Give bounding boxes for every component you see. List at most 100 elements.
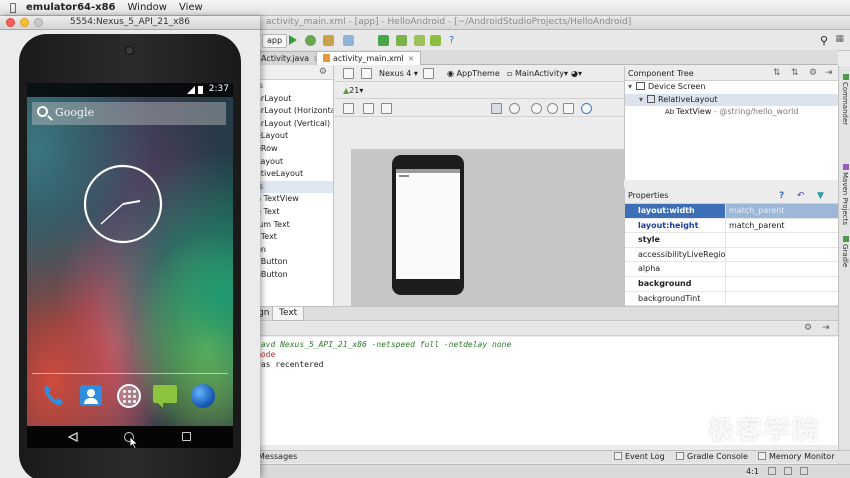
app-name-menu[interactable]: emulator64-x86 <box>26 2 116 13</box>
zoom-out-icon[interactable] <box>509 103 520 114</box>
palette-item[interactable]: arLayout (Horizontal) <box>250 105 333 118</box>
gear-icon[interactable]: ⚙ <box>809 66 817 81</box>
tree-textview[interactable]: Ab TextView - @string/hello_world <box>625 106 838 119</box>
palette-item[interactable]: l Button <box>250 256 333 269</box>
commander-tool-tab[interactable]: Commander <box>841 74 849 125</box>
palette-item[interactable]: ativeLayout <box>250 168 333 181</box>
property-row-background[interactable]: background <box>625 276 838 292</box>
zoom-reset-icon[interactable] <box>547 103 558 114</box>
palette-item[interactable]: e Text <box>250 206 333 219</box>
rotate-icon[interactable] <box>423 68 434 79</box>
attach-icon[interactable] <box>323 35 334 46</box>
tree-relative-layout[interactable]: ▾ RelativeLayout <box>625 93 838 107</box>
debug-icon[interactable] <box>305 35 316 46</box>
phone-screen[interactable]: 2:37 Google <box>27 83 233 448</box>
google-search-bar[interactable]: Google <box>32 102 226 125</box>
menu-window[interactable]: Window <box>128 2 167 13</box>
zoom-in-icon[interactable] <box>531 103 542 114</box>
property-value-input[interactable] <box>726 277 838 291</box>
apple-icon[interactable]:  <box>0 1 26 14</box>
palette-item[interactable]: Layout <box>250 156 333 169</box>
line-separator-icon[interactable] <box>768 467 776 475</box>
layout-height-icon[interactable] <box>381 103 392 114</box>
search-icon[interactable]: ⚲ <box>820 34 828 47</box>
recent-apps-icon[interactable] <box>182 432 191 441</box>
lock-icon[interactable] <box>800 467 808 475</box>
android-icon[interactable] <box>430 35 441 46</box>
hide-icon[interactable]: ⇥ <box>822 323 830 333</box>
gear-icon[interactable]: ⚙ <box>319 67 327 77</box>
property-value-input[interactable]: match_parent <box>726 219 838 233</box>
property-value-input[interactable] <box>726 292 838 306</box>
property-row-accessibility[interactable]: accessibilityLiveRegion <box>625 247 838 263</box>
zoom-actual-icon[interactable] <box>491 103 502 114</box>
event-log-tool-button[interactable]: Event Log <box>614 451 665 463</box>
collapse-all-icon[interactable]: ⇅ <box>791 66 799 81</box>
sync-icon[interactable] <box>343 35 354 46</box>
palette-item[interactable]: eLayout <box>250 130 333 143</box>
analog-clock-widget[interactable] <box>82 163 164 245</box>
preview-textview[interactable] <box>399 175 409 177</box>
property-value-input[interactable] <box>726 233 838 247</box>
property-value-input[interactable] <box>726 248 838 262</box>
back-icon[interactable] <box>68 432 78 442</box>
browser-app-icon[interactable] <box>191 384 215 408</box>
property-row-layout-width[interactable]: layout:width match_parent <box>625 204 838 219</box>
contacts-app-icon[interactable] <box>80 385 102 406</box>
property-row-background-tint[interactable]: backgroundTint <box>625 291 838 307</box>
menu-view[interactable]: View <box>179 2 203 13</box>
gradle-console-tool-button[interactable]: Gradle Console <box>676 451 748 463</box>
encoding-icon[interactable] <box>784 467 792 475</box>
palette-item[interactable]: oButton <box>250 269 333 282</box>
api-level-select[interactable]: ▲21▾ <box>343 84 363 98</box>
palette-group[interactable]: ts <box>250 180 333 194</box>
avd-manager-icon[interactable] <box>396 35 407 46</box>
hide-icon[interactable]: ⇥ <box>825 66 833 81</box>
run-icon[interactable] <box>289 35 297 45</box>
sdk-manager-icon[interactable] <box>378 35 389 46</box>
ide-expand-icon[interactable]: ▦ <box>835 34 844 44</box>
palette-item[interactable]: arLayout (Vertical) <box>250 118 333 131</box>
palette-item[interactable]: eRow <box>250 143 333 156</box>
chevron-down-icon[interactable]: ▾ <box>639 94 647 107</box>
expand-all-icon[interactable]: ⇅ <box>773 66 781 81</box>
property-value-input[interactable] <box>726 262 838 276</box>
activity-select[interactable]: ▫ MainActivity▾ <box>507 67 568 81</box>
android-monitor-icon[interactable] <box>414 35 425 46</box>
property-row-layout-height[interactable]: layout:height match_parent <box>625 218 838 234</box>
locale-select[interactable]: ◕▾ <box>571 67 582 81</box>
chevron-down-icon[interactable]: ▾ <box>628 81 636 94</box>
messaging-app-icon[interactable] <box>153 385 177 408</box>
help-icon[interactable]: ? <box>449 35 460 46</box>
phone-app-icon[interactable] <box>41 382 67 408</box>
device-select[interactable]: Nexus 4 ▾ <box>379 67 418 81</box>
android-status-bar[interactable]: 2:37 <box>27 83 233 97</box>
messages-tool-button[interactable]: Messages <box>258 451 297 463</box>
palette-item[interactable]: arLayout <box>250 93 333 106</box>
palette-item[interactable]: l Text <box>250 231 333 244</box>
filter-icon[interactable]: ▼ <box>817 188 824 204</box>
property-row-alpha[interactable]: alpha <box>625 262 838 277</box>
palette-group[interactable]: ts <box>250 80 333 93</box>
close-icon[interactable]: × <box>408 54 415 63</box>
gradle-tool-tab[interactable]: Gradle <box>841 236 849 267</box>
memory-monitor-tool-button[interactable]: Memory Monitor <box>758 451 835 463</box>
layout-file-icon[interactable] <box>343 68 354 79</box>
refresh-icon[interactable] <box>581 103 592 114</box>
property-row-style[interactable]: style <box>625 233 838 248</box>
run-config-select[interactable]: app <box>262 34 288 48</box>
tab-text[interactable]: Text <box>272 307 305 321</box>
screenshot-icon[interactable] <box>563 103 574 114</box>
palette-item[interactable]: ium Text <box>250 219 333 232</box>
gear-icon[interactable]: ⚙ <box>804 323 812 333</box>
palette-item[interactable]: n TextView <box>250 193 333 206</box>
palette-item[interactable]: on <box>250 244 333 257</box>
help-icon[interactable]: ? <box>779 188 784 204</box>
device-preview[interactable] <box>392 155 464 295</box>
zoom-fit-icon[interactable] <box>343 103 354 114</box>
property-value-input[interactable]: match_parent <box>726 204 838 218</box>
layout-width-icon[interactable] <box>363 103 374 114</box>
tree-device-screen[interactable]: ▾ Device Screen <box>625 81 838 94</box>
caret-position[interactable]: 4:1 <box>746 465 759 478</box>
maven-projects-tool-tab[interactable]: Maven Projects <box>841 164 849 225</box>
